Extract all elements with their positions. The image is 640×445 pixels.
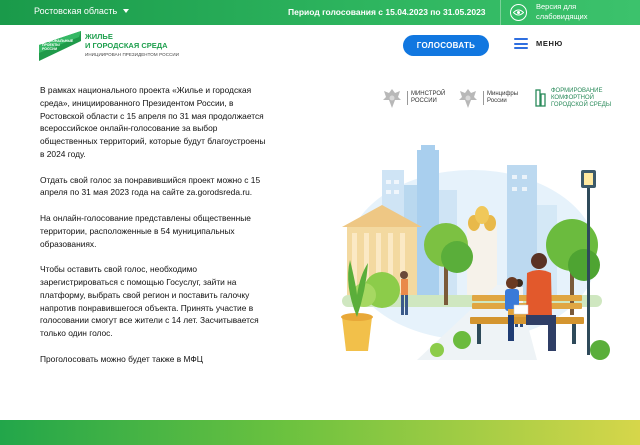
logo-flag-text: НАЦИОНАЛЬНЫЕ ПРОЕКТЫ РОССИИ — [42, 39, 73, 51]
chevron-down-icon — [123, 9, 130, 13]
region-selector[interactable]: Ростовская область — [34, 6, 130, 16]
eagle-emblem-icon — [459, 89, 477, 108]
partner-name: Минцифры России — [483, 91, 518, 105]
partner-comfort-city: ФОРМИРОВАНИЕ КОМФОРТНОЙ ГОРОДСКОЙ СРЕДЫ — [535, 86, 611, 110]
footer-gradient-bar — [0, 420, 640, 445]
logo-subtitle: ИНИЦИИРОВАН ПРЕЗИДЕНТОМ РОССИИ — [85, 52, 180, 57]
paragraph: На онлайн-голосование представлены общес… — [40, 212, 251, 249]
vote-button[interactable]: ГОЛОСОВАТЬ — [403, 35, 489, 56]
eye-icon[interactable] — [510, 4, 527, 21]
partner-name-line: ФОРМИРОВАНИЕ — [551, 87, 603, 94]
paragraph: Отдать свой голос за понравившийся проек… — [40, 174, 261, 198]
divider — [500, 0, 501, 25]
accessibility-label-2: слабовидящих — [536, 11, 588, 21]
partner-name: МИНСТРОЙ РОССИИ — [407, 91, 445, 105]
article-text: В рамках национального проекта «Жилье и … — [40, 84, 270, 378]
partner-name-line: МИНСТРОЙ — [411, 91, 446, 97]
menu-label: МЕНЮ — [536, 39, 563, 48]
comfort-city-logo-icon — [535, 89, 546, 107]
accessibility-link[interactable]: Версия для слабовидящих — [536, 2, 616, 21]
paragraph: Чтобы оставить свой голос, необходимо за… — [40, 264, 259, 339]
partner-mintsifry: Минцифры России — [457, 86, 518, 110]
partner-name: ФОРМИРОВАНИЕ КОМФОРТНОЙ ГОРОДСКОЙ СРЕДЫ — [551, 88, 611, 109]
site-logo[interactable]: НАЦИОНАЛЬНЫЕ ПРОЕКТЫ РОССИИ ЖИЛЬЕ И ГОРО… — [39, 31, 199, 63]
accessibility-label-1: Версия для — [536, 2, 577, 11]
park-illustration — [341, 145, 610, 360]
logo-flag-line: РОССИИ — [42, 47, 58, 51]
eagle-emblem-icon — [383, 89, 401, 108]
menu-button[interactable]: МЕНЮ — [514, 38, 563, 49]
partner-minstroy: МИНСТРОЙ РОССИИ — [381, 86, 445, 110]
logo-title: ЖИЛЬЕ И ГОРОДСКАЯ СРЕДА — [85, 32, 195, 50]
partner-name-line: России — [487, 98, 507, 104]
partner-name-line: ГОРОДСКОЙ СРЕДЫ — [551, 101, 612, 108]
paragraph: Проголосовать можно будет также в МФЦ — [40, 353, 203, 364]
partner-name-line: КОМФОРТНОЙ — [551, 94, 594, 101]
paragraph: В рамках национального проекта «Жилье и … — [40, 85, 266, 159]
logo-title-line: И ГОРОДСКАЯ СРЕДА — [85, 40, 168, 50]
top-bar: Ростовская область Период голосования с … — [0, 0, 640, 25]
hamburger-icon — [514, 38, 528, 49]
partner-name-line: РОССИИ — [411, 98, 437, 104]
partner-name-line: Минцифры — [487, 91, 519, 97]
region-label: Ростовская область — [34, 6, 118, 16]
voting-period: Период голосования с 15.04.2023 по 31.05… — [288, 7, 486, 17]
